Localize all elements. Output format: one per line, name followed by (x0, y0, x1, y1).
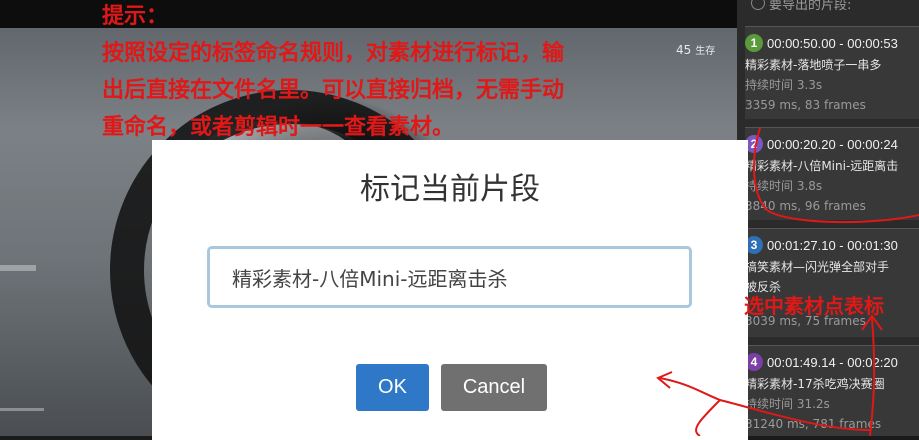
hud-alive-count: 45 (676, 43, 692, 57)
ok-button[interactable]: OK (356, 364, 429, 411)
panel-header-label: 要导出的片段: (769, 0, 852, 13)
side-annotation: 选中素材点表标 (744, 294, 884, 318)
dialog-title: 标记当前片段 (360, 172, 540, 207)
clip-name-input[interactable] (230, 249, 694, 305)
clip-frames: 3359 ms, 83 frames (745, 98, 866, 112)
clip-frames: 3840 ms, 96 frames (745, 199, 866, 213)
clip-item[interactable]: 3 00:01:27.10 - 00:01:30 搞笑素材—闪光弹全部对手 被反杀… (745, 228, 919, 337)
clip-index-badge: 1 (745, 34, 763, 52)
clip-duration: 持续时间 31.2s (745, 397, 830, 411)
clip-time-range: 00:01:49.14 - 00:02:20 (767, 354, 898, 370)
hud-alive-label: 生存 (695, 46, 716, 57)
clip-item[interactable]: 2 00:00:20.20 - 00:00:24 精彩素材-八倍Mini-远距离击… (745, 127, 919, 220)
clip-duration: 持续时间 3.8s (745, 179, 823, 193)
clip-name: 搞笑素材—闪光弹全部对手 (745, 260, 890, 274)
game-hud: 45 生存 (676, 42, 715, 57)
hud-left-bar (0, 265, 36, 271)
clip-item[interactable]: 4 00:01:49.14 - 00:02:20 精彩素材-17杀吃鸡决赛圈 持续… (745, 345, 919, 436)
clip-time-range: 00:00:50.00 - 00:00:53 (767, 35, 898, 51)
clip-name: 精彩素材-落地喷子一串多 (745, 58, 882, 72)
clip-item[interactable]: 1 00:00:50.00 - 00:00:53 精彩素材-落地喷子一串多 持续时… (745, 26, 919, 119)
clip-time-range: 00:01:27.10 - 00:01:30 (767, 237, 898, 253)
cancel-button[interactable]: Cancel (441, 364, 547, 411)
panel-header: 要导出的片段: (751, 0, 851, 13)
clock-icon (751, 0, 765, 10)
export-clips-panel: 要导出的片段: 1 00:00:50.00 - 00:00:53 精彩素材-落地喷… (737, 0, 919, 436)
clip-duration: 持续时间 3.3s (745, 78, 823, 92)
hud-left-bar-lower (0, 408, 44, 411)
clip-name-input-wrapper (207, 246, 694, 308)
clip-name: 精彩素材-17杀吃鸡决赛圈 (745, 377, 885, 391)
clip-frames: 31240 ms, 781 frames (745, 417, 882, 431)
tip-line-2: 出后直接在文件名里。可以直接归档，无需手动 (102, 78, 565, 103)
tip-line-1: 按照设定的标签命名规则，对素材进行标记，输 (102, 41, 565, 66)
clip-time-range: 00:00:20.20 - 00:00:24 (767, 136, 898, 152)
tip-line-3: 重命名，或者剪辑时一一查看素材。 (102, 115, 455, 140)
tip-annotation: 提示： 按照设定的标签命名规则，对素材进行标记，输 出后直接在文件名里。可以直接… (102, 0, 564, 146)
mark-clip-dialog: 标记当前片段 OK Cancel (152, 140, 748, 440)
clip-name: 精彩素材-八倍Mini-远距离击 (745, 159, 899, 173)
tip-title: 提示： (102, 4, 169, 29)
